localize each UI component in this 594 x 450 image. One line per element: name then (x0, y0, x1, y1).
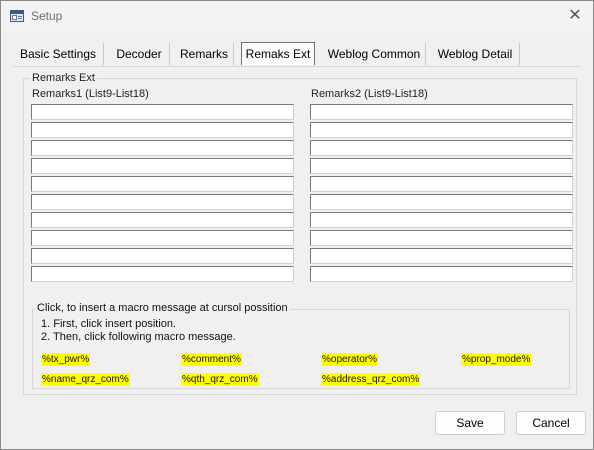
group-title: Remarks Ext (30, 72, 97, 84)
remarks2-field-5[interactable] (310, 176, 573, 192)
remarks-ext-group: Remarks Ext Remarks1 (List9-List18) Rema… (23, 72, 577, 395)
macro-prop-mode[interactable]: %prop_mode% (461, 353, 532, 366)
title-bar: Setup ✕ (1, 1, 593, 32)
tab-remarks[interactable]: Remarks (175, 43, 234, 65)
remarks2-field-9[interactable] (310, 248, 573, 264)
remarks2-field-1[interactable] (310, 104, 573, 120)
remarks2-field-2[interactable] (310, 122, 573, 138)
remarks2-field-8[interactable] (310, 230, 573, 246)
macro-name-qrz-com[interactable]: %name_qrz_com% (41, 373, 130, 386)
save-button[interactable]: Save (435, 411, 505, 435)
tab-panel: Remarks Ext Remarks1 (List9-List18) Rema… (13, 66, 581, 403)
remarks1-field-6[interactable] (31, 194, 294, 210)
macro-qth-qrz-com[interactable]: %qth_qrz_com% (181, 373, 259, 386)
macro-tx-pwr[interactable]: %tx_pwr% (41, 353, 91, 366)
tab-basic-settings[interactable]: Basic Settings (13, 43, 104, 65)
macro-group-title: Click, to insert a macro message at curs… (35, 302, 290, 314)
remarks2-field-7[interactable] (310, 212, 573, 228)
remarks1-field-8[interactable] (31, 230, 294, 246)
remarks1-field-1[interactable] (31, 104, 294, 120)
macro-address-qrz-com[interactable]: %address_qrz_com% (321, 373, 421, 386)
macro-group: Click, to insert a macro message at curs… (32, 302, 570, 389)
tab-weblog-detail[interactable]: Weblog Detail (431, 43, 520, 65)
remarks2-field-3[interactable] (310, 140, 573, 156)
macro-operator[interactable]: %operator% (321, 353, 379, 366)
macro-comment[interactable]: %comment% (181, 353, 242, 366)
remarks1-label: Remarks1 (List9-List18) (32, 88, 149, 100)
remarks1-field-10[interactable] (31, 266, 294, 282)
remarks2-field-4[interactable] (310, 158, 573, 174)
setup-window: Setup ✕ Basic Settings Decoder Remarks R… (0, 0, 594, 450)
tab-decoder[interactable]: Decoder (109, 43, 170, 65)
window-title: Setup (31, 9, 63, 23)
tab-remaks-ext[interactable]: Remaks Ext (241, 42, 315, 65)
remarks2-field-10[interactable] (310, 266, 573, 282)
remarks1-field-4[interactable] (31, 158, 294, 174)
tab-weblog-common[interactable]: Weblog Common (323, 43, 426, 65)
remarks2-field-6[interactable] (310, 194, 573, 210)
remarks1-field-2[interactable] (31, 122, 294, 138)
remarks1-field-7[interactable] (31, 212, 294, 228)
cancel-button[interactable]: Cancel (516, 411, 586, 435)
app-icon (10, 10, 24, 22)
close-icon[interactable]: ✕ (563, 6, 587, 26)
instruction-step2: 2. Then, click following macro message. (41, 331, 236, 343)
remarks1-field-5[interactable] (31, 176, 294, 192)
remarks1-field-9[interactable] (31, 248, 294, 264)
remarks1-field-3[interactable] (31, 140, 294, 156)
remarks2-label: Remarks2 (List9-List18) (311, 88, 428, 100)
instruction-step1: 1. First, click insert position. (41, 318, 177, 330)
